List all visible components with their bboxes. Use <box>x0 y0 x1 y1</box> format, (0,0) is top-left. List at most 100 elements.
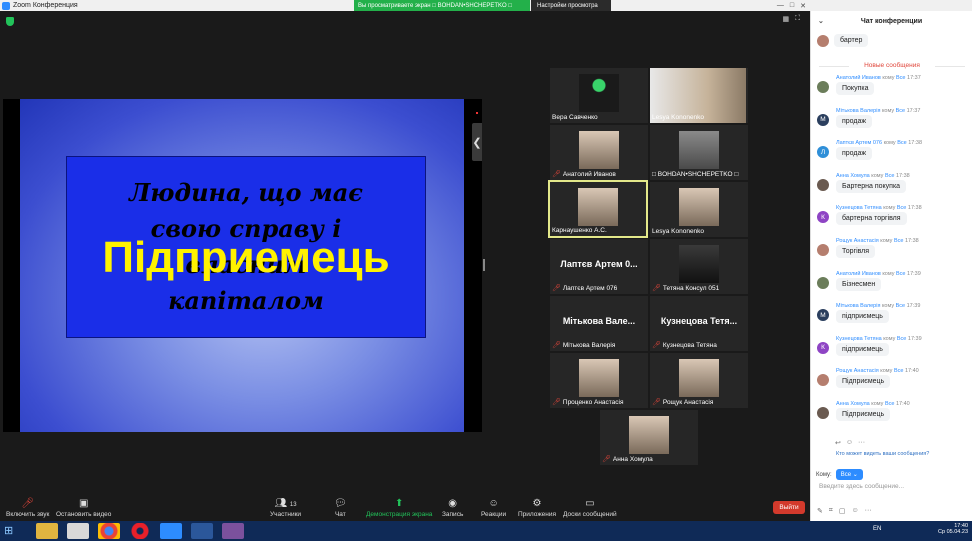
chevron-down-icon: ⌄ <box>852 472 858 478</box>
mic-muted-icon: 🎤︎ <box>552 399 561 406</box>
more-icon[interactable]: ··· <box>858 439 865 447</box>
participant-name: 🎤︎ Проценко Анастасія <box>552 398 624 407</box>
video-tile[interactable]: 🎤︎ Анна Хомула <box>600 410 698 465</box>
mic-off-icon: 🎤︎ <box>21 498 35 509</box>
video-tile[interactable]: Кузнецова Тетя... 🎤︎ Кузнецова Тетяна <box>650 296 748 351</box>
chat-input[interactable]: Введите здесь сообщение... <box>819 483 904 490</box>
leave-button[interactable]: Выйти <box>773 501 805 514</box>
avatar <box>817 407 829 419</box>
collapse-panel-button[interactable]: ❮ <box>472 123 482 161</box>
format-icon[interactable]: ✎ <box>817 507 823 515</box>
window-title: Zoom Конференция <box>13 2 78 9</box>
close-icon[interactable]: ✕ <box>800 2 806 10</box>
video-tile[interactable]: 🎤︎ Тетяна Консул 051 <box>650 239 748 294</box>
video-tile[interactable]: 🎤︎ Анатолий Иванов <box>550 125 648 180</box>
chevron-down-icon[interactable]: ⌄ <box>818 17 824 25</box>
message-meta: Рощук Анастасія кому Все 17:40 <box>836 368 919 374</box>
participants-button[interactable]: 👥︎ 13 Участники <box>270 497 301 518</box>
chat-message-text: Підприємець <box>836 408 891 421</box>
to-word: кому <box>883 335 896 342</box>
more-icon[interactable]: ··· <box>865 507 872 515</box>
video-tile[interactable]: Лаптєв Артем 0... 🎤︎ Лаптєв Артем 076 <box>550 239 648 294</box>
reactions-button[interactable]: ☺ Реакции <box>481 497 506 518</box>
message-meta: Мітькова Валерія кому Все 17:37 <box>836 108 920 114</box>
system-clock[interactable]: 17:40 Ср 05.04.23 <box>938 523 968 535</box>
avatar: К <box>817 341 829 354</box>
chrome-icon[interactable] <box>98 523 120 539</box>
chat-message-text: бартерна торгівля <box>836 212 907 226</box>
mic-muted-icon: 🎤︎ <box>652 399 661 406</box>
zoom-app-icon <box>2 1 10 10</box>
message-time: 17:38 <box>895 172 910 179</box>
screenshot-icon[interactable]: ⌗ <box>829 507 833 515</box>
share-screen-icon: ⬆ <box>395 498 404 509</box>
message-meta: Анна Хомула кому Все 17:38 <box>836 173 910 179</box>
fullscreen-icon[interactable]: ⛶ <box>795 15 800 23</box>
opera-icon[interactable] <box>129 523 151 539</box>
record-button[interactable]: ◉ Запись <box>442 497 463 518</box>
slide-title: Підприемець <box>102 233 390 282</box>
recipient-select[interactable]: Все ⌄ <box>835 469 863 480</box>
gallery-view-icon[interactable]: ▦ <box>782 15 789 23</box>
chat-message-list[interactable]: бартер Новые сообщения Анатолий Иванов к… <box>811 31 972 435</box>
windows-start-icon[interactable]: ⊞ <box>4 524 24 538</box>
participant-video <box>679 131 719 169</box>
chat-message: К Кузнецова Тетяна кому Все 17:38 бартерна… <box>817 205 967 235</box>
shared-screen: Людина, що має свою справу і власним кап… <box>3 99 482 432</box>
participant-video <box>579 74 619 112</box>
video-tile[interactable]: 🎤︎ Проценко Анастасія <box>550 353 648 408</box>
sender-name: Кузнецова Тетяна <box>836 335 882 342</box>
media-player-icon[interactable] <box>67 523 89 539</box>
chat-message: Рощук Анастасія кому Все 17:40 Підприємец… <box>817 368 967 398</box>
unmute-button[interactable]: 🎤︎ Включить звук <box>6 497 49 518</box>
chat-message: Анна Хомула кому Все 17:38 Бартерна покуп… <box>817 173 967 203</box>
avatar: М <box>817 113 829 126</box>
participant-video <box>679 359 719 397</box>
security-shield-icon[interactable] <box>6 17 14 26</box>
chevron-left-icon: ❮ <box>472 136 482 149</box>
whiteboards-button[interactable]: ▭ Доски сообщений <box>563 497 617 518</box>
recording-dot <box>476 112 478 114</box>
new-messages-separator: Новые сообщения <box>819 62 965 69</box>
video-tile-active-speaker[interactable]: Карнаушенко А.С. <box>548 180 648 238</box>
participant-video <box>579 131 619 169</box>
chat-message: Рощук Анастасія кому Все 17:38 Торгівля <box>817 238 967 268</box>
chat-button[interactable]: 💬︎ Чат <box>334 497 347 518</box>
video-tile[interactable]: Вера Савченко <box>550 68 648 123</box>
minimize-icon[interactable]: — <box>777 2 784 9</box>
to-word: кому <box>882 75 895 81</box>
video-tile[interactable]: □ BOHDAN•SHCHEPETKO □ <box>650 125 748 180</box>
participant-name: Карнаушенко А.С. <box>552 227 607 234</box>
who-can-see-link[interactable]: Кто может видеть ваши сообщения? <box>836 451 929 457</box>
share-banner-text: Вы просматриваете экран □ BOHDAN•SHCHEPE… <box>358 2 512 9</box>
apps-button[interactable]: ⚙ Приложения <box>518 497 556 518</box>
emoji-icon[interactable]: ☺ <box>851 507 858 515</box>
view-options-menu[interactable]: Настройки просмотра <box>531 0 611 11</box>
participant-name: Lesya Kononenko <box>652 114 705 121</box>
presentation-slide: Людина, що має свою справу і власним кап… <box>20 99 464 432</box>
participant-video <box>679 188 719 226</box>
reply-icon[interactable]: ↩ <box>835 439 841 447</box>
video-tile[interactable]: Мітькова Вале... 🎤︎ Мітькова Валерія <box>550 296 648 351</box>
resize-handle[interactable] <box>483 259 485 271</box>
chat-message-text: підприємець <box>836 310 889 324</box>
mic-muted-icon: 🎤︎ <box>652 285 661 292</box>
maximize-icon[interactable]: □ <box>790 2 794 9</box>
language-indicator[interactable]: EN <box>873 526 881 532</box>
file-explorer-icon[interactable] <box>36 523 58 539</box>
video-tile[interactable]: Lesya Kononenko <box>650 182 748 237</box>
video-tile[interactable]: 🎤︎ Рощук Анастасія <box>650 353 748 408</box>
word-icon[interactable] <box>191 523 213 539</box>
emoji-icon[interactable]: ☺ <box>846 439 853 447</box>
chat-message-text: продаж <box>836 147 873 161</box>
stop-video-button[interactable]: ▣ Остановить видео <box>56 497 111 518</box>
viber-icon[interactable] <box>222 523 244 539</box>
to-word: кому <box>883 140 896 147</box>
message-meta: Анатолий Иванов кому Все 17:39 <box>836 271 921 277</box>
share-screen-button[interactable]: ⬆ Демонстрация экрана <box>366 497 432 518</box>
video-tile[interactable]: Lesya Kononenko <box>650 68 748 123</box>
zoom-taskbar-icon[interactable] <box>160 523 182 539</box>
participant-center-name: Лаптєв Артем 0... <box>560 259 638 269</box>
file-icon[interactable]: ▢ <box>839 507 846 515</box>
chat-tools: ✎ ⌗ ▢ ☺ ··· <box>817 507 872 515</box>
